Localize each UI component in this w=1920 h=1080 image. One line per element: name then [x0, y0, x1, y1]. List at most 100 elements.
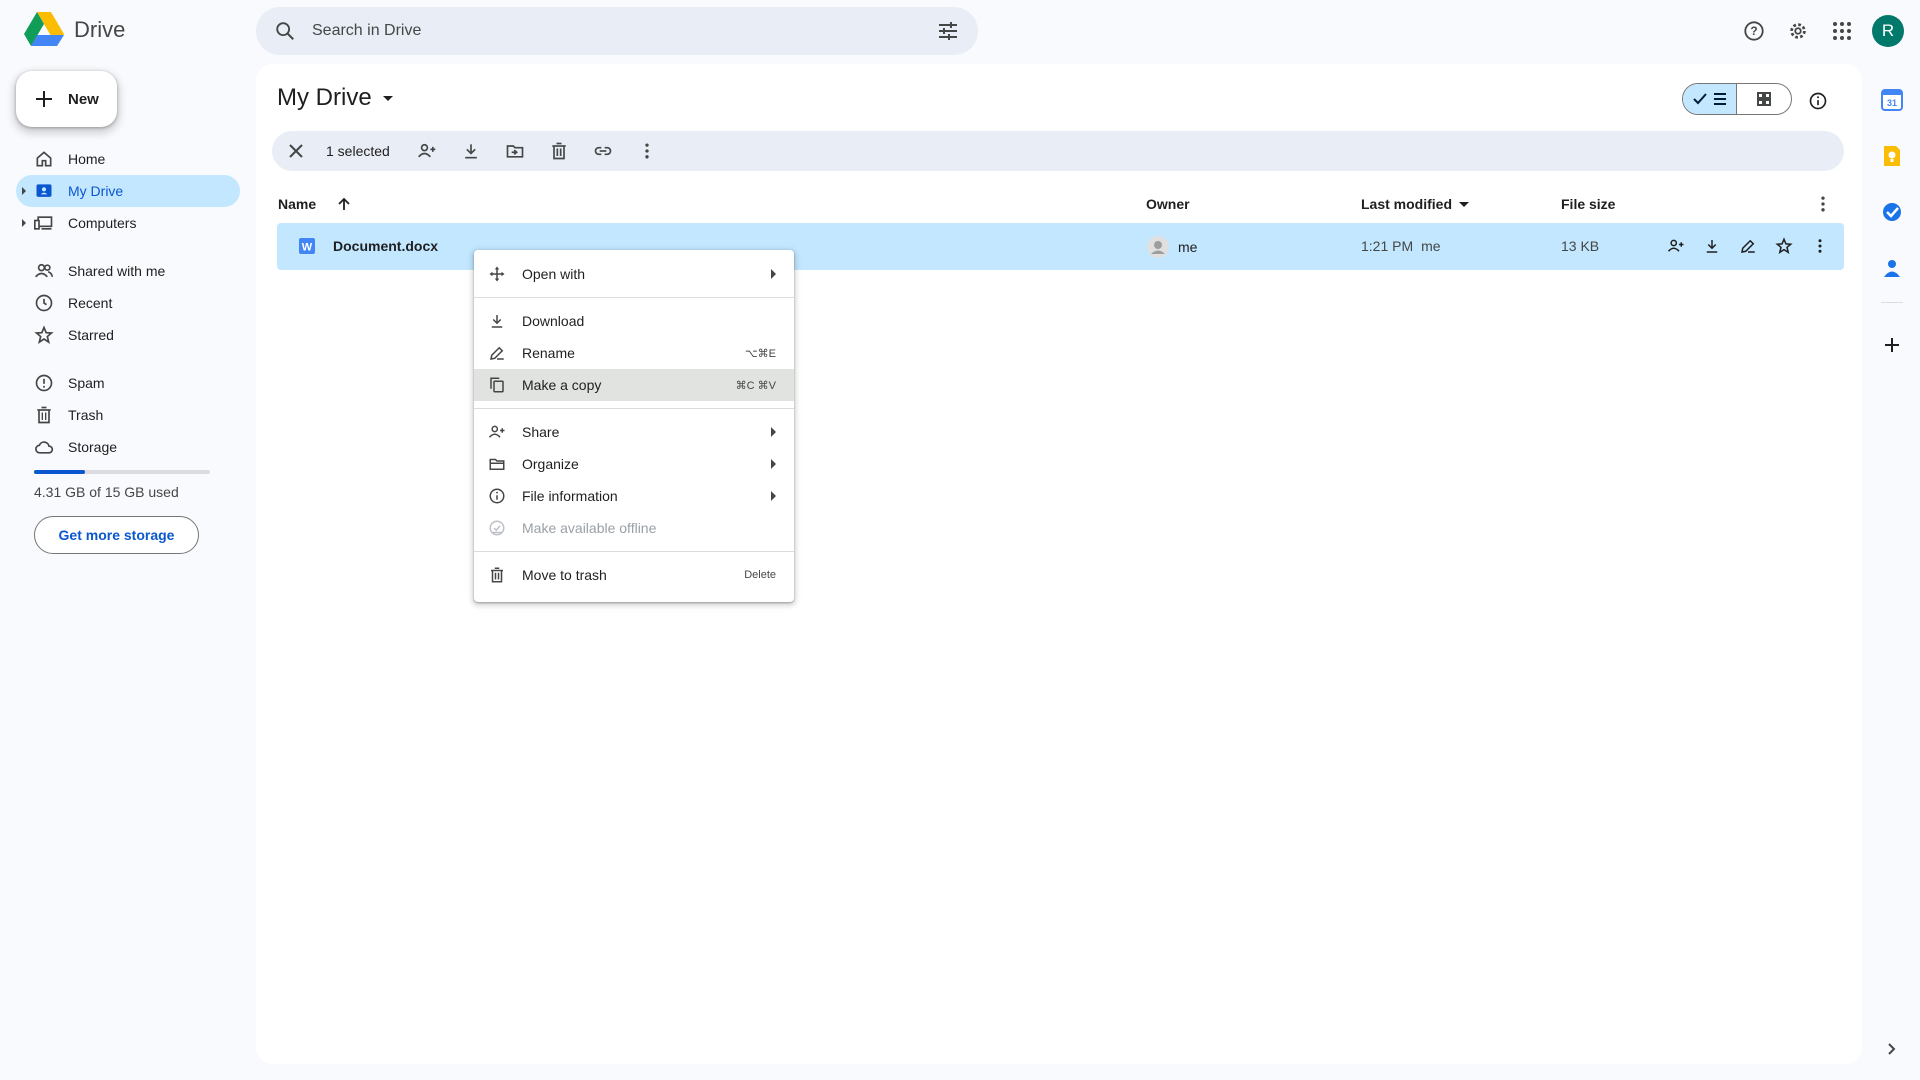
calendar-app-icon[interactable]: 31 [1870, 78, 1914, 122]
column-options-more-icon[interactable] [1813, 194, 1833, 214]
move-to-folder-icon[interactable] [502, 138, 528, 164]
sort-arrow-up-icon[interactable] [336, 196, 352, 212]
sidebar-item-recent[interactable]: Recent [16, 287, 240, 319]
menu-item-make-a-copy[interactable]: Make a copy ⌘C ⌘V [474, 369, 794, 401]
menu-item-file-information[interactable]: File information [474, 480, 794, 512]
menu-item-rename[interactable]: Rename ⌥⌘E [474, 337, 794, 369]
shared-icon [35, 263, 54, 278]
menu-item-label: Move to trash [522, 567, 607, 583]
menu-divider [474, 297, 794, 298]
sidebar-item-computers[interactable]: Computers [16, 207, 240, 239]
apps-grid-icon[interactable] [1824, 13, 1860, 49]
owner-cell: me [1146, 235, 1197, 259]
page-title-text: My Drive [277, 84, 372, 111]
clear-selection-close-icon[interactable] [284, 139, 308, 163]
row-star-icon[interactable] [1770, 232, 1798, 260]
expand-caret-icon[interactable] [22, 187, 26, 195]
column-header-owner[interactable]: Owner [1146, 196, 1190, 212]
column-header-label: Name [278, 196, 317, 212]
keep-app-icon[interactable] [1870, 134, 1914, 178]
get-more-storage-button[interactable]: Get more storage [34, 516, 199, 554]
menu-item-label: Make a copy [522, 377, 602, 393]
list-view-button[interactable] [1683, 84, 1738, 114]
computers-icon [34, 216, 53, 230]
contacts-app-icon[interactable] [1870, 246, 1914, 290]
share-icon[interactable] [414, 138, 440, 164]
top-right-toolbar: ? R [1736, 13, 1904, 49]
sidebar-item-label: My Drive [68, 183, 124, 199]
more-vertical-icon[interactable] [634, 138, 660, 164]
settings-gear-icon[interactable] [1780, 13, 1816, 49]
menu-item-organize[interactable]: Organize [474, 448, 794, 480]
menu-divider [474, 551, 794, 552]
modified-time: 1:21 PM [1361, 238, 1414, 254]
sidebar-item-label: Starred [68, 327, 114, 343]
context-menu: Open with Download Rename ⌥⌘E Make a cop… [474, 250, 794, 602]
open-with-icon [489, 266, 505, 282]
expand-caret-icon[interactable] [22, 219, 26, 227]
sidebar-item-storage[interactable]: Storage [16, 431, 240, 463]
file-size: 13 KB [1561, 238, 1600, 254]
trash-icon [37, 406, 51, 424]
svg-text:?: ? [1750, 24, 1757, 38]
copy-link-icon[interactable] [590, 138, 616, 164]
selection-count: 1 selected [326, 143, 390, 159]
search-options-icon[interactable] [936, 19, 960, 43]
app-name: Drive [74, 17, 126, 42]
download-icon[interactable] [458, 138, 484, 164]
owner-name: me [1178, 239, 1198, 255]
sidebar-item-my-drive[interactable]: My Drive [16, 175, 240, 207]
menu-item-label: Organize [522, 456, 579, 472]
row-share-icon[interactable] [1662, 232, 1690, 260]
sidebar-item-starred[interactable]: Starred [16, 319, 240, 351]
spam-icon [35, 374, 53, 392]
row-more-vertical-icon[interactable] [1806, 232, 1834, 260]
row-download-icon[interactable] [1698, 232, 1726, 260]
tasks-app-icon[interactable] [1870, 190, 1914, 234]
menu-item-shortcut: Delete [744, 569, 776, 581]
submenu-arrow-icon [771, 427, 776, 437]
column-header-name[interactable]: Name [278, 196, 352, 212]
row-rename-icon[interactable] [1734, 232, 1762, 260]
sidebar-item-shared-with-me[interactable]: Shared with me [16, 255, 240, 287]
page-title[interactable]: My Drive [277, 84, 394, 112]
home-icon [36, 151, 52, 167]
trash-icon[interactable] [546, 138, 572, 164]
row-quick-actions [1662, 232, 1834, 260]
menu-item-download[interactable]: Download [474, 305, 794, 337]
expand-side-panel-chevron-right-icon[interactable] [1884, 1042, 1898, 1056]
menu-item-move-to-trash[interactable]: Move to trash Delete [474, 559, 794, 591]
selection-toolbar: 1 selected [272, 131, 1844, 171]
column-header-last-modified[interactable]: Last modified [1361, 196, 1470, 212]
menu-item-open-with[interactable]: Open with [474, 258, 794, 290]
submenu-arrow-icon [771, 491, 776, 501]
add-addon-plus-icon[interactable] [1870, 323, 1914, 367]
grid-view-button[interactable] [1737, 84, 1791, 114]
table-header: Name Owner Last modified File size [278, 192, 1844, 222]
search-icon[interactable] [274, 20, 296, 42]
view-toggle [1682, 83, 1792, 115]
drive-logo[interactable]: Drive [24, 12, 125, 48]
menu-item-share[interactable]: Share [474, 416, 794, 448]
file-name[interactable]: Document.docx [333, 238, 438, 254]
sidebar-item-label: Spam [68, 375, 105, 391]
search-input[interactable] [312, 22, 936, 40]
new-button[interactable]: New [16, 71, 117, 127]
avatar[interactable]: R [1872, 15, 1904, 47]
sidebar-item-spam[interactable]: Spam [16, 367, 240, 399]
column-header-file-size[interactable]: File size [1561, 196, 1615, 212]
side-panel: 31 [1870, 78, 1914, 379]
search-bar[interactable] [256, 7, 978, 55]
menu-item-shortcut: ⌘C ⌘V [735, 379, 776, 392]
storage-used-text: 4.31 GB of 15 GB used [34, 484, 179, 500]
sort-dropdown-icon[interactable] [1458, 198, 1470, 210]
trash-icon [491, 567, 503, 583]
help-icon[interactable]: ? [1736, 13, 1772, 49]
share-icon [488, 425, 505, 438]
storage-progress-bar [34, 470, 210, 474]
sidebar-item-home[interactable]: Home [16, 143, 240, 175]
sidebar-item-trash[interactable]: Trash [16, 399, 240, 431]
cloud-icon [35, 441, 54, 454]
info-icon[interactable] [1800, 83, 1836, 119]
modified-by: me [1421, 238, 1441, 254]
